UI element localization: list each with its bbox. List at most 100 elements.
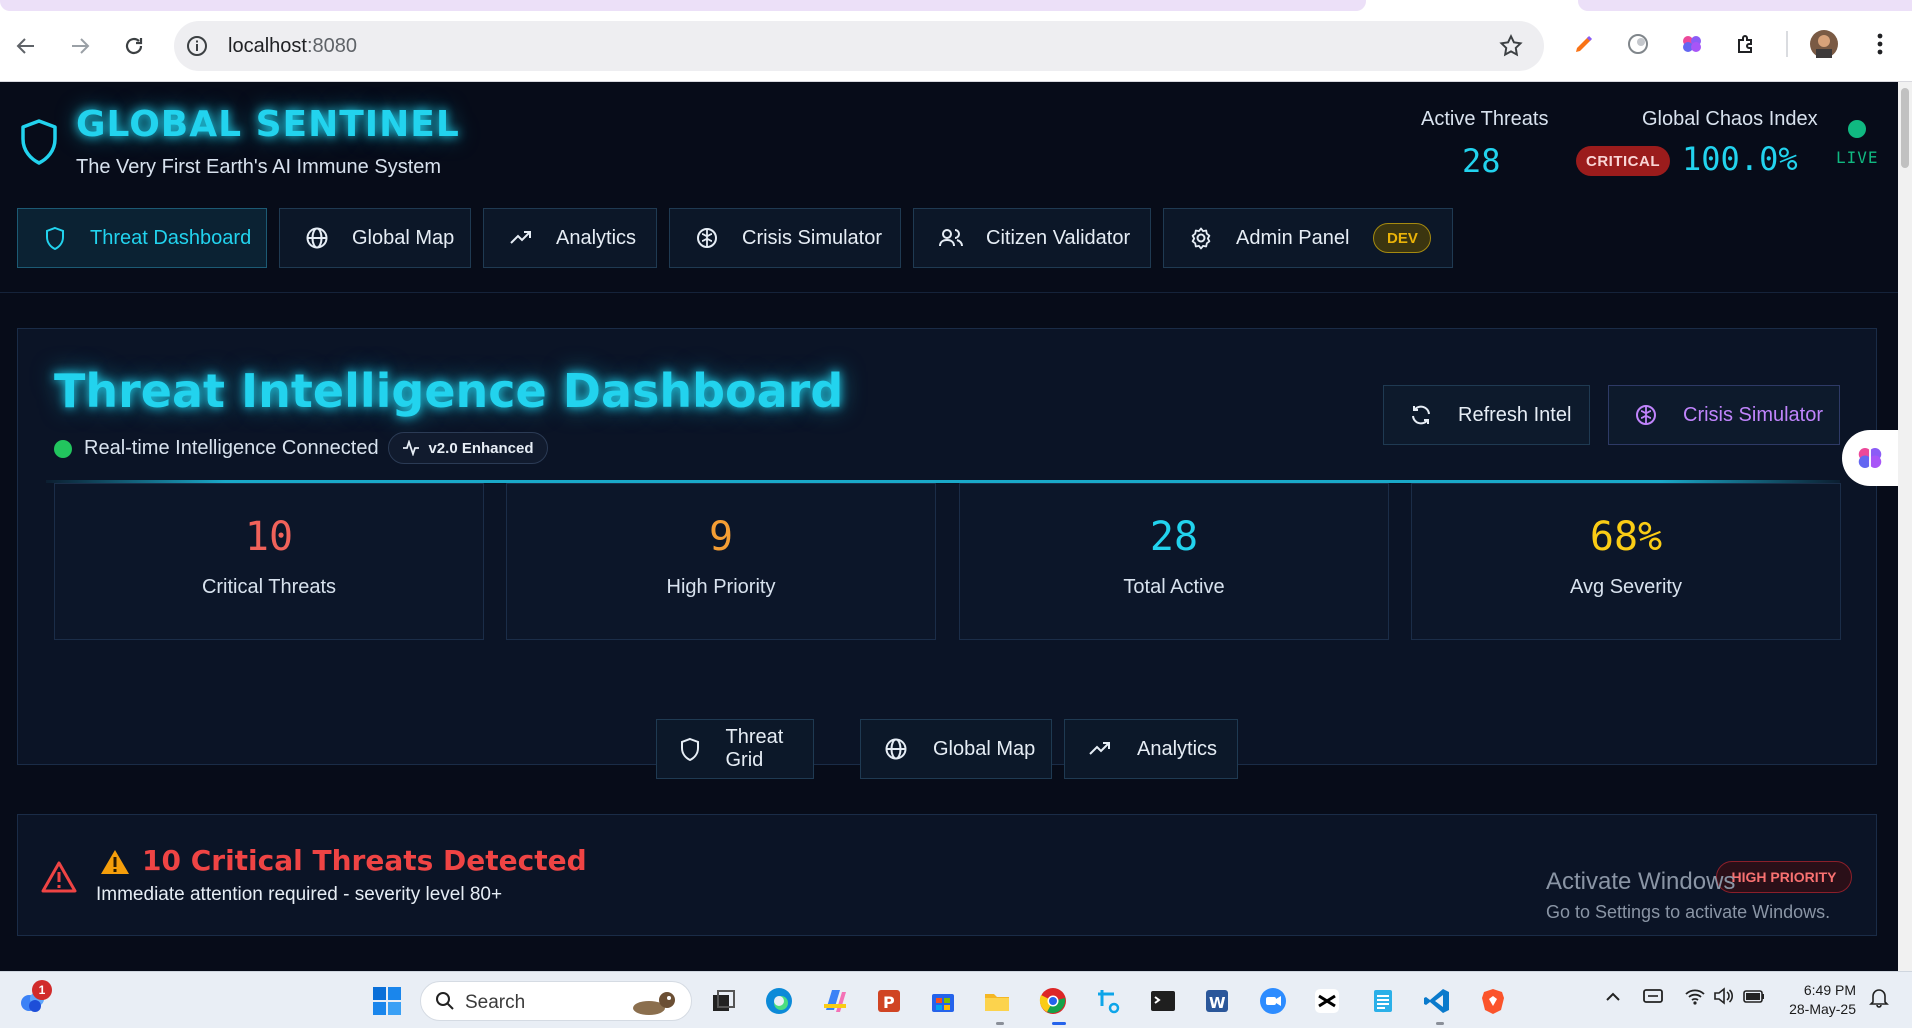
forward-icon[interactable] xyxy=(62,28,98,64)
tab-analytics[interactable]: Analytics xyxy=(1064,719,1238,779)
active-threats-value: 28 xyxy=(1462,142,1501,180)
live-label: LIVE xyxy=(1836,148,1879,167)
volume-icon[interactable] xyxy=(1712,986,1734,1006)
clock-date: 28-May-25 xyxy=(1789,1001,1856,1017)
reload-icon[interactable] xyxy=(116,28,152,64)
alert-triangle-icon xyxy=(40,860,78,899)
site-info-icon[interactable] xyxy=(184,33,210,59)
metric-label: Total Active xyxy=(1123,576,1225,598)
active-threats-label: Active Threats xyxy=(1421,108,1549,130)
metric-label: Avg Severity xyxy=(1570,576,1682,598)
notification-bell-icon[interactable] xyxy=(1868,986,1890,1008)
snipping-tool-icon[interactable] xyxy=(1092,984,1126,1018)
nav-label: Citizen Validator xyxy=(986,226,1131,249)
running-indicator xyxy=(1436,1022,1444,1025)
activity-icon xyxy=(402,440,420,456)
brave-icon[interactable] xyxy=(1476,984,1510,1018)
live-indicator-dot xyxy=(1848,120,1866,138)
back-icon[interactable] xyxy=(8,28,44,64)
taskbar-search[interactable]: Search xyxy=(420,981,692,1021)
word-icon[interactable]: W xyxy=(1200,984,1234,1018)
alert-title: 10 Critical Threats Detected xyxy=(142,844,587,877)
shield-icon xyxy=(679,736,701,762)
page-scrollbar[interactable] xyxy=(1898,82,1912,971)
tab-global-map[interactable]: Global Map xyxy=(860,719,1052,779)
nav-global-map[interactable]: Global Map xyxy=(279,208,471,268)
tab-threat-grid[interactable]: Threat Grid xyxy=(656,719,814,779)
chaos-index-value: 100.0% xyxy=(1682,140,1798,178)
shield-icon xyxy=(18,118,60,171)
browser-tab[interactable] xyxy=(1578,0,1912,11)
trending-up-icon xyxy=(508,225,534,251)
chat-extension-icon[interactable] xyxy=(1624,30,1652,58)
nav-threat-dashboard[interactable]: Threat Dashboard xyxy=(17,208,267,268)
refresh-icon xyxy=(1408,402,1434,428)
nav-analytics[interactable]: Analytics xyxy=(483,208,657,268)
zoom-icon[interactable] xyxy=(1256,984,1290,1018)
metric-card-avg-severity: 68% Avg Severity xyxy=(1411,483,1841,640)
pen-extension-icon[interactable] xyxy=(1570,30,1598,58)
metric-label: Critical Threats xyxy=(201,576,337,598)
nav-crisis-simulator[interactable]: Crisis Simulator xyxy=(669,208,901,268)
app-subtitle: The Very First Earth's AI Immune System xyxy=(76,156,442,178)
notepad-icon[interactable] xyxy=(1366,984,1400,1018)
running-indicator xyxy=(996,1022,1004,1025)
powerpoint-icon[interactable]: P xyxy=(872,984,906,1018)
svg-text:W: W xyxy=(1209,994,1226,1012)
activate-windows-title: Activate Windows xyxy=(1546,868,1736,895)
url-text[interactable]: localhost:8080 xyxy=(228,35,357,58)
vscode-icon[interactable] xyxy=(1420,984,1454,1018)
menu-kebab-icon[interactable] xyxy=(1866,30,1894,58)
file-explorer-icon[interactable] xyxy=(980,984,1014,1018)
alert-subtitle: Immediate attention required - severity … xyxy=(96,884,503,905)
header-divider xyxy=(0,292,1898,293)
version-badge-label: v2.0 Enhanced xyxy=(428,439,534,457)
scrollbar-thumb[interactable] xyxy=(1901,88,1909,168)
refresh-intel-button[interactable]: Refresh Intel xyxy=(1383,385,1590,445)
bookmark-star-icon[interactable] xyxy=(1498,33,1524,64)
brain-icon xyxy=(694,225,720,251)
store-icon[interactable] xyxy=(926,984,960,1018)
metric-value: 9 xyxy=(708,514,734,560)
brain-extension-icon[interactable] xyxy=(1678,30,1706,58)
floating-brain-button[interactable] xyxy=(1842,430,1898,486)
chrome-icon[interactable] xyxy=(1036,984,1070,1018)
crisis-simulator-button[interactable]: Crisis Simulator xyxy=(1608,385,1840,445)
address-bar[interactable]: localhost:8080 xyxy=(174,21,1544,71)
browser-tab[interactable] xyxy=(0,0,1366,11)
search-label: Search xyxy=(465,992,526,1013)
connection-status-dot xyxy=(54,440,72,458)
nav-label: Admin Panel xyxy=(1236,226,1350,249)
brain-icon xyxy=(1633,402,1659,428)
nav-label: Crisis Simulator xyxy=(742,226,883,249)
avatar[interactable] xyxy=(1810,30,1838,58)
chevron-up-icon[interactable] xyxy=(1604,988,1622,1006)
windows-start-icon[interactable] xyxy=(370,984,404,1018)
wifi-icon[interactable] xyxy=(1684,986,1706,1006)
display-icon[interactable] xyxy=(1642,986,1664,1006)
url-host: localhost xyxy=(228,35,307,57)
tab-label: Threat Grid xyxy=(725,726,784,771)
shield-icon xyxy=(42,225,68,251)
system-clock[interactable]: 6:49 PM 28-May-25 xyxy=(1780,981,1856,1019)
crisis-simulator-label: Crisis Simulator xyxy=(1683,403,1824,426)
chaos-status-badge: CRITICAL xyxy=(1576,146,1670,176)
copilot-icon[interactable] xyxy=(818,984,852,1018)
nav-label: Threat Dashboard xyxy=(90,226,252,249)
edge-icon[interactable] xyxy=(762,984,796,1018)
app-root: GLOBAL SENTINEL The Very First Earth's A… xyxy=(0,82,1898,971)
battery-icon[interactable] xyxy=(1742,986,1766,1006)
globe-icon xyxy=(883,736,909,762)
high-priority-badge: HIGH PRIORITY xyxy=(1716,861,1852,893)
nav-label: Global Map xyxy=(352,226,455,249)
task-view-icon[interactable] xyxy=(706,984,740,1018)
gear-icon xyxy=(1188,225,1214,251)
nav-admin-panel[interactable]: Admin Panel DEV xyxy=(1163,208,1453,268)
tab-label: Global Map xyxy=(933,737,1036,760)
terminal-icon[interactable] xyxy=(1146,984,1180,1018)
capcut-icon[interactable] xyxy=(1310,984,1344,1018)
svg-text:P: P xyxy=(883,993,895,1012)
nav-citizen-validator[interactable]: Citizen Validator xyxy=(913,208,1151,268)
extensions-puzzle-icon[interactable] xyxy=(1732,30,1760,58)
users-icon xyxy=(938,225,964,251)
